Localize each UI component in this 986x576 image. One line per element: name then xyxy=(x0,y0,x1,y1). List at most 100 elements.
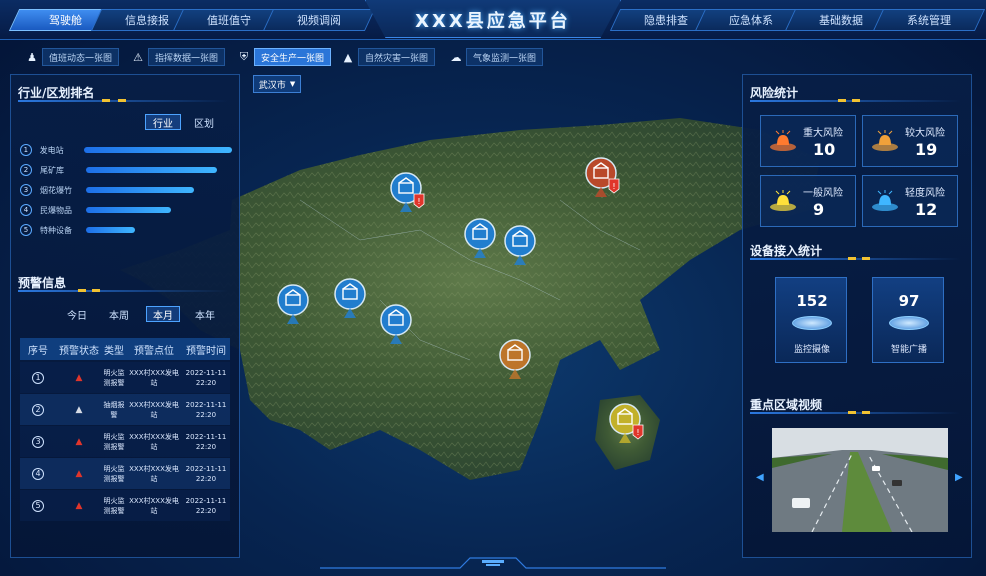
alarm-icon: ▲ xyxy=(75,372,83,383)
filter-year[interactable]: 本年 xyxy=(188,306,222,322)
risk-value: 9 xyxy=(813,200,825,219)
cell-status: ▲ xyxy=(56,362,102,393)
subtab-duty-map[interactable]: ♟ 值班动态一张图 xyxy=(22,48,120,66)
rank-label: 烟花爆竹 xyxy=(40,185,72,195)
ranking-title-line xyxy=(18,99,228,102)
cloud-icon: ☁ xyxy=(450,50,462,64)
risk-value: 19 xyxy=(915,140,938,159)
warning-icon: ⚠ xyxy=(133,50,143,64)
table-row[interactable]: 2 ▲ 抽烟报警 XXX村XXX发电站 2022-11-11 22:20 xyxy=(20,394,230,425)
device-title-line xyxy=(750,257,960,260)
subtab-disaster-map[interactable]: ▲ 自然灾害一张图 xyxy=(338,48,436,66)
risk-label: 较大风险 xyxy=(905,128,945,139)
alarm-icon: ▲ xyxy=(75,500,83,511)
risk-value: 12 xyxy=(915,200,938,219)
rank-bar xyxy=(86,227,136,233)
alarm-light-icon xyxy=(770,130,796,151)
ranking-item[interactable]: 2 尾矿库 xyxy=(20,163,232,177)
map-marker[interactable] xyxy=(277,284,313,326)
cell-type: 抽烟报警 xyxy=(103,400,125,419)
cell-no: 4 xyxy=(20,458,56,489)
risk-card[interactable]: 一般风险 9 xyxy=(760,175,856,227)
cell-status: ▲ xyxy=(56,490,102,521)
city-select[interactable]: 武汉市 ▼ xyxy=(253,75,301,93)
risk-card[interactable]: 较大风险 19 xyxy=(862,115,958,167)
svg-text:!: ! xyxy=(612,182,615,191)
svg-text:!: ! xyxy=(636,428,639,437)
cell-type: 明火监测报警 xyxy=(103,464,125,483)
risk-label: 轻度风险 xyxy=(905,188,945,199)
alarm-light-icon xyxy=(872,190,898,211)
alarm-light-icon xyxy=(872,130,898,151)
ranking-item[interactable]: 4 民爆物品 xyxy=(20,203,232,217)
video-next-arrow[interactable]: ▶ xyxy=(955,472,963,483)
cell-no: 5 xyxy=(20,490,56,521)
map-marker[interactable]: ! xyxy=(390,172,426,214)
alarm-icon: ▲ xyxy=(75,436,83,447)
cell-time: 2022-11-11 22:20 xyxy=(185,464,227,483)
bottom-decoration xyxy=(320,557,666,569)
device-title: 设备接入统计 xyxy=(750,244,823,258)
toggle-district[interactable]: 区划 xyxy=(186,114,222,130)
nav-system[interactable]: 系统管理 xyxy=(872,9,986,31)
rank-number: 4 xyxy=(20,204,32,216)
cell-type: 明火监测报警 xyxy=(103,496,125,515)
rank-number: 5 xyxy=(20,224,32,236)
cell-site: XXX村XXX发电站 xyxy=(129,432,179,451)
cell-site: XXX村XXX发电站 xyxy=(129,368,179,387)
cell-status: ▲ xyxy=(56,394,102,425)
rank-label: 民爆物品 xyxy=(40,205,72,215)
subtab-safety-map[interactable]: ⛨ 安全生产一张图 xyxy=(234,48,332,66)
toggle-industry[interactable]: 行业 xyxy=(145,114,181,130)
filter-today[interactable]: 今日 xyxy=(60,306,94,322)
col-site: 预警点位 xyxy=(134,345,174,357)
cell-time: 2022-11-11 22:20 xyxy=(185,432,227,451)
ranking-item[interactable]: 1 发电站 xyxy=(20,143,233,157)
map-marker[interactable] xyxy=(504,225,540,267)
warning-title: 预警信息 xyxy=(18,276,67,290)
risk-title-line xyxy=(750,99,960,102)
video-title: 重点区域视频 xyxy=(750,398,823,412)
risk-card[interactable]: 轻度风险 12 xyxy=(862,175,958,227)
rank-bar xyxy=(86,167,217,173)
subtab-weather-map[interactable]: ☁ 气象监测一张图 xyxy=(446,48,544,66)
subtab-command-map[interactable]: ⚠ 指挥数据一张图 xyxy=(128,48,226,66)
map-marker[interactable]: ! xyxy=(585,157,621,199)
risk-label: 重大风险 xyxy=(803,128,843,139)
device-camera-card[interactable]: 152 监控摄像 xyxy=(775,277,847,363)
cell-time: 2022-11-11 22:20 xyxy=(185,368,227,387)
cell-type: 明火监测报警 xyxy=(103,368,125,387)
map-marker[interactable] xyxy=(334,278,370,320)
filter-month[interactable]: 本月 xyxy=(146,306,180,322)
map-marker[interactable] xyxy=(464,218,500,260)
rank-bar xyxy=(86,187,194,193)
col-time: 预警时间 xyxy=(186,345,226,357)
col-status: 预警状态 xyxy=(59,345,99,357)
table-row[interactable]: 3 ▲ 明火监测报警 XXX村XXX发电站 2022-11-11 22:20 xyxy=(20,426,230,457)
chevron-down-icon: ▼ xyxy=(289,80,296,88)
device-broadcast-card[interactable]: 97 智能广播 xyxy=(872,277,944,363)
cell-time: 2022-11-11 22:20 xyxy=(185,496,227,515)
warning-table-header: 序号 预警状态 类型 预警点位 预警时间 xyxy=(20,338,230,360)
col-no: 序号 xyxy=(28,345,48,357)
alarm-icon: ▲ xyxy=(75,468,83,479)
ranking-item[interactable]: 3 烟花爆竹 xyxy=(20,183,232,197)
table-row[interactable]: 5 ▲ 明火监测报警 XXX村XXX发电站 2022-11-11 22:20 xyxy=(20,490,230,521)
col-type: 类型 xyxy=(104,345,124,357)
page-title: XXX县应急平台 xyxy=(415,11,571,32)
risk-title: 风险统计 xyxy=(750,86,799,100)
table-row[interactable]: 1 ▲ 明火监测报警 XXX村XXX发电站 2022-11-11 22:20 xyxy=(20,362,230,393)
video-thumbnail[interactable] xyxy=(772,428,948,532)
map-marker[interactable] xyxy=(499,339,535,381)
broadcast-label: 智能广播 xyxy=(890,345,927,355)
map-marker[interactable]: ! xyxy=(609,403,645,445)
map-marker[interactable] xyxy=(380,304,416,346)
video-prev-arrow[interactable]: ◀ xyxy=(756,472,764,483)
nav-video[interactable]: 视频调阅 xyxy=(262,9,376,31)
filter-week[interactable]: 本周 xyxy=(102,306,136,322)
warning-title-line xyxy=(18,289,228,292)
risk-card[interactable]: 重大风险 10 xyxy=(760,115,856,167)
table-row[interactable]: 4 ▲ 明火监测报警 XXX村XXX发电站 2022-11-11 22:20 xyxy=(20,458,230,489)
ranking-item[interactable]: 5 特种设备 xyxy=(20,223,232,237)
video-title-line xyxy=(750,411,960,414)
